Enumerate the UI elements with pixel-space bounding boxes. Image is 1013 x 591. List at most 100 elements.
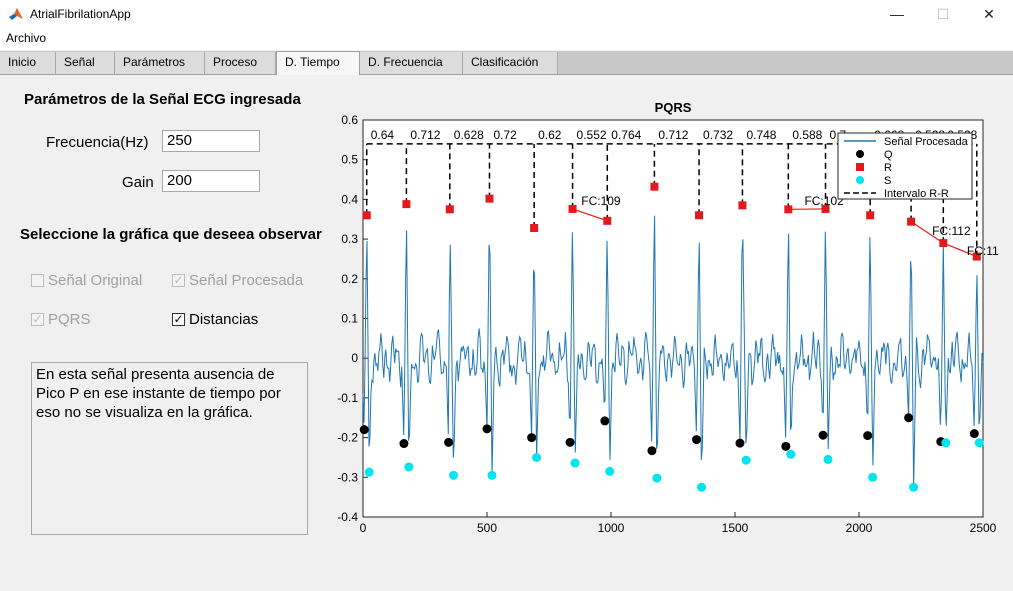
fc-label: FC:109 bbox=[581, 194, 621, 208]
rr-label: 0.588 bbox=[792, 128, 822, 142]
y-tick-label: -0.2 bbox=[337, 431, 358, 445]
checkbox-label: PQRS bbox=[48, 311, 91, 328]
matlab-app-icon bbox=[9, 8, 23, 20]
legend-label: R bbox=[884, 162, 892, 174]
s-marker bbox=[532, 452, 542, 462]
rr-label: 0.712 bbox=[658, 128, 688, 142]
s-marker bbox=[974, 438, 984, 448]
s-marker bbox=[605, 466, 615, 476]
tab-clasificacion[interactable]: Clasificación bbox=[463, 52, 558, 74]
freq-field[interactable]: 250 bbox=[162, 130, 260, 152]
r-marker bbox=[485, 194, 494, 203]
check-icon[interactable]: ✓ bbox=[31, 313, 44, 326]
tab-d-frecuencia[interactable]: D. Frecuencia bbox=[360, 52, 463, 74]
rr-label: 0.62 bbox=[538, 128, 562, 142]
x-tick-label: 1500 bbox=[722, 521, 749, 535]
minimize-button[interactable]: — bbox=[874, 0, 920, 28]
rr-label: 0.712 bbox=[410, 128, 440, 142]
q-marker bbox=[444, 437, 454, 447]
s-marker bbox=[941, 438, 951, 448]
r-marker bbox=[603, 216, 612, 225]
checkbox-pqrs[interactable]: ✓ PQRS bbox=[31, 311, 91, 328]
q-marker bbox=[969, 429, 979, 439]
legend-label: Señal Procesada bbox=[884, 136, 969, 148]
tab-proceso[interactable]: Proceso bbox=[205, 52, 276, 74]
q-marker bbox=[863, 431, 873, 441]
maximize-button[interactable]: ☐ bbox=[920, 0, 966, 28]
freq-label: Frecuencia(Hz) bbox=[46, 134, 149, 151]
r-marker bbox=[568, 204, 577, 213]
r-marker bbox=[402, 200, 411, 209]
check-icon[interactable]: ✓ bbox=[172, 313, 185, 326]
chart-title: PQRS bbox=[655, 100, 692, 115]
y-tick-label: 0.2 bbox=[341, 272, 358, 286]
checkbox-label: Señal Procesada bbox=[189, 272, 304, 289]
r-marker bbox=[939, 239, 948, 248]
legend-label: Intervalo R-R bbox=[884, 188, 949, 200]
legend-label: S bbox=[884, 175, 891, 187]
gain-label: Gain bbox=[122, 174, 154, 191]
rr-label: 0.732 bbox=[703, 128, 733, 142]
rr-label: 0.628 bbox=[454, 128, 484, 142]
q-marker bbox=[482, 424, 492, 434]
y-tick-label: 0.1 bbox=[341, 312, 358, 326]
x-tick-label: 1000 bbox=[598, 521, 625, 535]
r-marker bbox=[784, 205, 793, 214]
y-tick-label: -0.4 bbox=[337, 510, 358, 524]
q-marker bbox=[565, 437, 575, 447]
checkbox-box[interactable] bbox=[31, 274, 44, 287]
y-tick-label: -0.3 bbox=[337, 470, 358, 484]
pqrs-chart: PQRS 0 500 1000 1500 2000 2500 -0.4 -0.3 -0.2 -0.1… bbox=[337, 100, 999, 535]
y-tick-label: -0.1 bbox=[337, 391, 358, 405]
s-marker bbox=[823, 454, 833, 464]
title-bar: AtrialFibrilationApp — ☐ ✕ bbox=[0, 0, 1013, 28]
x-tick-label: 2000 bbox=[846, 521, 873, 535]
q-marker bbox=[359, 425, 369, 435]
checkbox-label: Distancias bbox=[189, 311, 259, 328]
fc-label: FC:112 bbox=[932, 224, 971, 238]
checkbox-label: Señal Original bbox=[48, 272, 143, 289]
q-marker bbox=[399, 439, 409, 449]
r-marker bbox=[362, 211, 371, 220]
rr-label: 0.764 bbox=[611, 128, 641, 142]
tab-senal[interactable]: Señal bbox=[56, 52, 115, 74]
tab-bar: Inicio Señal Parámetros Proceso D. Tiemp… bbox=[0, 51, 1013, 75]
x-tick-label: 2500 bbox=[970, 521, 997, 535]
s-marker bbox=[652, 473, 662, 483]
s-marker bbox=[487, 470, 497, 480]
tab-inicio[interactable]: Inicio bbox=[0, 52, 56, 74]
tab-parametros[interactable]: Parámetros bbox=[115, 52, 205, 74]
close-button[interactable]: ✕ bbox=[966, 0, 1012, 28]
menu-archivo[interactable]: Archivo bbox=[6, 31, 46, 45]
r-marker bbox=[907, 217, 916, 226]
info-textarea[interactable]: En esta señal presenta ausencia de Pico … bbox=[31, 362, 308, 535]
s-marker bbox=[786, 449, 796, 459]
params-heading: Parámetros de la Señal ECG ingresada bbox=[24, 91, 301, 108]
checkbox-senal-procesada[interactable]: ✓ Señal Procesada bbox=[172, 272, 303, 289]
r-marker bbox=[445, 205, 454, 214]
tab-d-tiempo[interactable]: D. Tiempo bbox=[276, 51, 360, 75]
r-marker bbox=[530, 223, 539, 232]
s-marker bbox=[741, 455, 751, 465]
r-marker bbox=[738, 201, 747, 210]
legend-swatch bbox=[856, 163, 864, 171]
q-marker bbox=[904, 413, 914, 423]
rr-label: 0.72 bbox=[493, 128, 517, 142]
rr-label: 0.64 bbox=[371, 128, 395, 142]
select-heading: Seleccione la gráfica que deseea observa… bbox=[20, 226, 322, 243]
checkbox-distancias[interactable]: ✓ Distancias bbox=[172, 311, 258, 328]
s-marker bbox=[404, 462, 414, 472]
q-marker bbox=[600, 416, 610, 426]
gain-field[interactable]: 200 bbox=[162, 170, 260, 192]
s-marker bbox=[868, 472, 878, 482]
r-marker bbox=[695, 211, 704, 220]
y-tick-label: 0.5 bbox=[341, 153, 358, 167]
check-icon[interactable]: ✓ bbox=[172, 274, 185, 287]
s-marker bbox=[909, 482, 919, 492]
menu-bar: Archivo bbox=[0, 28, 1013, 50]
rr-label: 0.748 bbox=[746, 128, 776, 142]
x-tick-label: 0 bbox=[360, 521, 367, 535]
checkbox-senal-original[interactable]: Señal Original bbox=[31, 272, 142, 289]
window-title: AtrialFibrilationApp bbox=[30, 7, 131, 21]
q-marker bbox=[781, 441, 791, 451]
